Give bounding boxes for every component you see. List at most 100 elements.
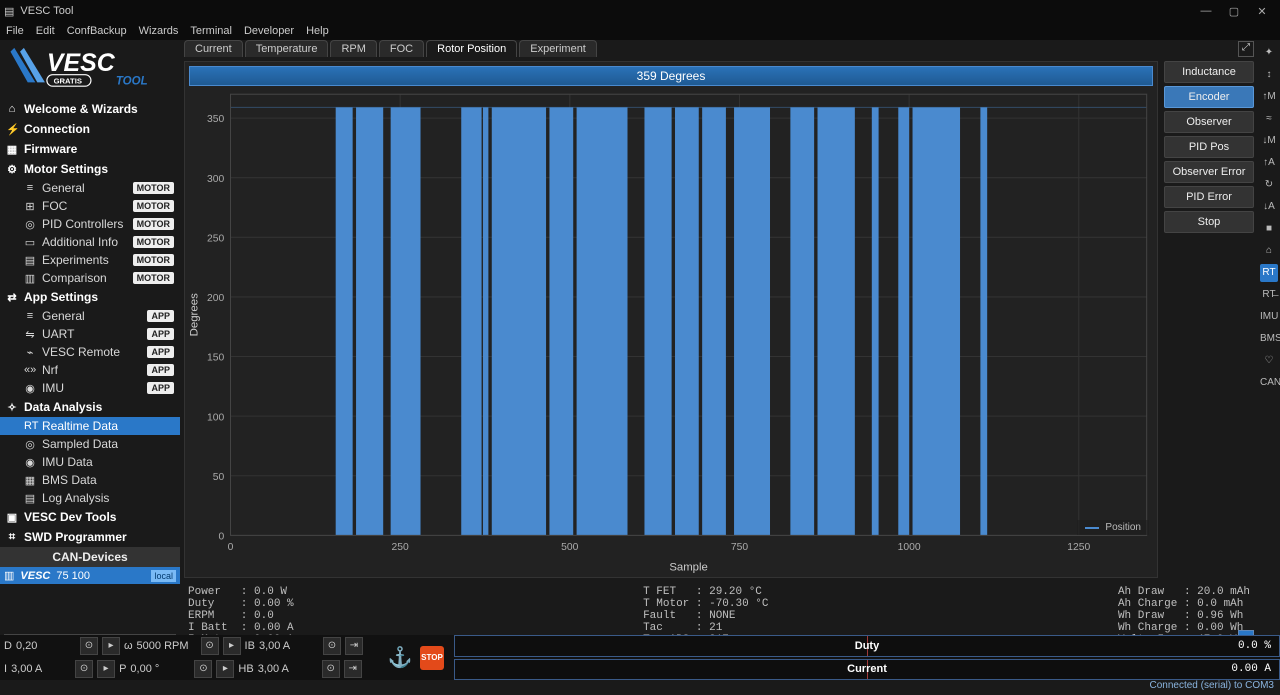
w-play-button[interactable]: ▸ (223, 637, 241, 655)
nav-leaf-log-analysis[interactable]: ▤Log Analysis (0, 489, 180, 507)
rail-btn-10[interactable]: RT (1260, 264, 1278, 282)
i-reset-button[interactable]: ⊙ (75, 660, 93, 678)
d-reset-button[interactable]: ⊙ (80, 637, 98, 655)
can-device-row[interactable]: ▥ VESC 75 100 local (0, 567, 180, 584)
tab-rpm[interactable]: RPM (330, 40, 376, 57)
menu-terminal[interactable]: Terminal (190, 25, 232, 37)
d-play-button[interactable]: ▸ (102, 637, 120, 655)
menu-developer[interactable]: Developer (244, 25, 294, 37)
ib-send-button[interactable]: ⇥ (345, 637, 363, 655)
mode-observer[interactable]: Observer (1164, 111, 1254, 133)
hb-send-button[interactable]: ⇥ (344, 660, 362, 678)
nav-leaf-experiments[interactable]: ▤ExperimentsMOTOR (0, 251, 180, 269)
anchor-icon[interactable]: ⚓ (386, 644, 414, 672)
badge: MOTOR (133, 254, 174, 266)
nav-leaf-additional-info[interactable]: ▭Additional InfoMOTOR (0, 233, 180, 251)
nav-leaf-general[interactable]: ≡GeneralAPP (0, 307, 180, 325)
leaf-icon: ≡ (24, 182, 36, 194)
tab-foc[interactable]: FOC (379, 40, 424, 57)
rail-btn-12[interactable]: IMU (1260, 308, 1278, 326)
current-gauge[interactable]: Current 0.00 A (454, 659, 1280, 681)
swd-icon: ⌗ (6, 531, 18, 544)
maximize-button[interactable]: ▢ (1220, 5, 1248, 18)
rail-btn-7[interactable]: ↓A (1260, 198, 1278, 216)
nav-leaf-uart[interactable]: ⇋UARTAPP (0, 325, 180, 343)
chart-svg[interactable]: 050100150200250300350025050075010001250S… (185, 88, 1157, 577)
mode-observer-error[interactable]: Observer Error (1164, 161, 1254, 183)
nav-dev-tools[interactable]: ▣VESC Dev Tools (0, 507, 180, 527)
nav-leaf-vesc-remote[interactable]: ⌁VESC RemoteAPP (0, 343, 180, 361)
p-play-button[interactable]: ▸ (216, 660, 234, 678)
expand-plot-button[interactable]: ⤢ (1238, 41, 1254, 57)
rail-btn-2[interactable]: ↑M (1260, 88, 1278, 106)
hb-reset-button[interactable]: ⊙ (322, 660, 340, 678)
can-device-icon: ▥ (4, 569, 14, 582)
tab-temperature[interactable]: Temperature (245, 40, 329, 57)
nav-leaf-nrf[interactable]: «»NrfAPP (0, 361, 180, 379)
d-field: D 0,20 (4, 640, 76, 652)
mode-pid-pos[interactable]: PID Pos (1164, 136, 1254, 158)
mode-inductance[interactable]: Inductance (1164, 61, 1254, 83)
nav-leaf-imu[interactable]: ◉IMUAPP (0, 379, 180, 397)
nav-leaf-bms-data[interactable]: ▦BMS Data (0, 471, 180, 489)
mode-stop[interactable]: Stop (1164, 211, 1254, 233)
nav-leaf-sampled-data[interactable]: ◎Sampled Data (0, 435, 180, 453)
nav-leaf-foc[interactable]: ⊞FOCMOTOR (0, 197, 180, 215)
svg-text:Sample: Sample (669, 562, 708, 574)
rail-btn-1[interactable]: ↕ (1260, 66, 1278, 84)
leaf-icon: ▤ (24, 254, 36, 267)
can-logo-text: VESC (20, 570, 50, 582)
badge: MOTOR (133, 182, 174, 194)
rail-btn-4[interactable]: ↓M (1260, 132, 1278, 150)
rail-btn-9[interactable]: ⌂ (1260, 242, 1278, 260)
duty-gauge[interactable]: Duty 0.0 % (454, 635, 1280, 657)
tab-experiment[interactable]: Experiment (519, 40, 597, 57)
analysis-icon: ✧ (6, 401, 18, 414)
rail-btn-0[interactable]: ✦ (1260, 44, 1278, 62)
tab-current[interactable]: Current (184, 40, 243, 57)
badge: MOTOR (133, 218, 174, 230)
nav-firmware[interactable]: ▦Firmware (0, 139, 180, 159)
rail-btn-13[interactable]: BMS (1260, 330, 1278, 348)
rail-btn-5[interactable]: ↑A (1260, 154, 1278, 172)
mode-pid-error[interactable]: PID Error (1164, 186, 1254, 208)
rail-btn-3[interactable]: ≈ (1260, 110, 1278, 128)
menu-file[interactable]: File (6, 25, 24, 37)
leaf-icon: ⌁ (24, 346, 36, 359)
tab-rotor-position[interactable]: Rotor Position (426, 40, 517, 57)
nav-swd[interactable]: ⌗SWD Programmer (0, 527, 180, 547)
nav-leaf-realtime-data[interactable]: RTRealtime Data (0, 417, 180, 435)
leaf-icon: ▤ (24, 492, 36, 505)
menu-confbackup[interactable]: ConfBackup (67, 25, 127, 37)
rail-btn-15[interactable]: CAN (1260, 374, 1278, 392)
nav-welcome[interactable]: ⌂Welcome & Wizards (0, 99, 180, 119)
menu-edit[interactable]: Edit (36, 25, 55, 37)
nav-leaf-imu-data[interactable]: ◉IMU Data (0, 453, 180, 471)
can-header: CAN-Devices (0, 547, 180, 567)
ib-reset-button[interactable]: ⊙ (323, 637, 341, 655)
mode-encoder[interactable]: Encoder (1164, 86, 1254, 108)
nav-app-settings[interactable]: ⇄App Settings (0, 287, 180, 307)
menu-help[interactable]: Help (306, 25, 329, 37)
nav-motor-settings[interactable]: ⚙Motor Settings (0, 159, 180, 179)
rail-btn-11[interactable]: RT̶ (1260, 286, 1278, 304)
menu-wizards[interactable]: Wizards (139, 25, 179, 37)
close-button[interactable]: ✕ (1248, 5, 1276, 18)
rail-btn-8[interactable]: ■ (1260, 220, 1278, 238)
chart-container: 359 Degrees 0501001502002503003500250500… (184, 61, 1158, 578)
gear-icon: ⚙ (6, 163, 18, 176)
i-play-button[interactable]: ▸ (97, 660, 115, 678)
minimize-button[interactable]: — (1192, 5, 1220, 17)
nav-leaf-general[interactable]: ≡GeneralMOTOR (0, 179, 180, 197)
stop-button[interactable]: STOP (420, 646, 444, 670)
p-reset-button[interactable]: ⊙ (194, 660, 212, 678)
nav-data-analysis[interactable]: ✧Data Analysis (0, 397, 180, 417)
w-reset-button[interactable]: ⊙ (201, 637, 219, 655)
nav-leaf-comparison[interactable]: ▥ComparisonMOTOR (0, 269, 180, 287)
rail-btn-6[interactable]: ↻ (1260, 176, 1278, 194)
nav-connection[interactable]: ⚡Connection (0, 119, 180, 139)
svg-text:TOOL: TOOL (116, 75, 148, 87)
badge: MOTOR (133, 272, 174, 284)
rail-btn-14[interactable]: ♡ (1260, 352, 1278, 370)
nav-leaf-pid-controllers[interactable]: ◎PID ControllersMOTOR (0, 215, 180, 233)
